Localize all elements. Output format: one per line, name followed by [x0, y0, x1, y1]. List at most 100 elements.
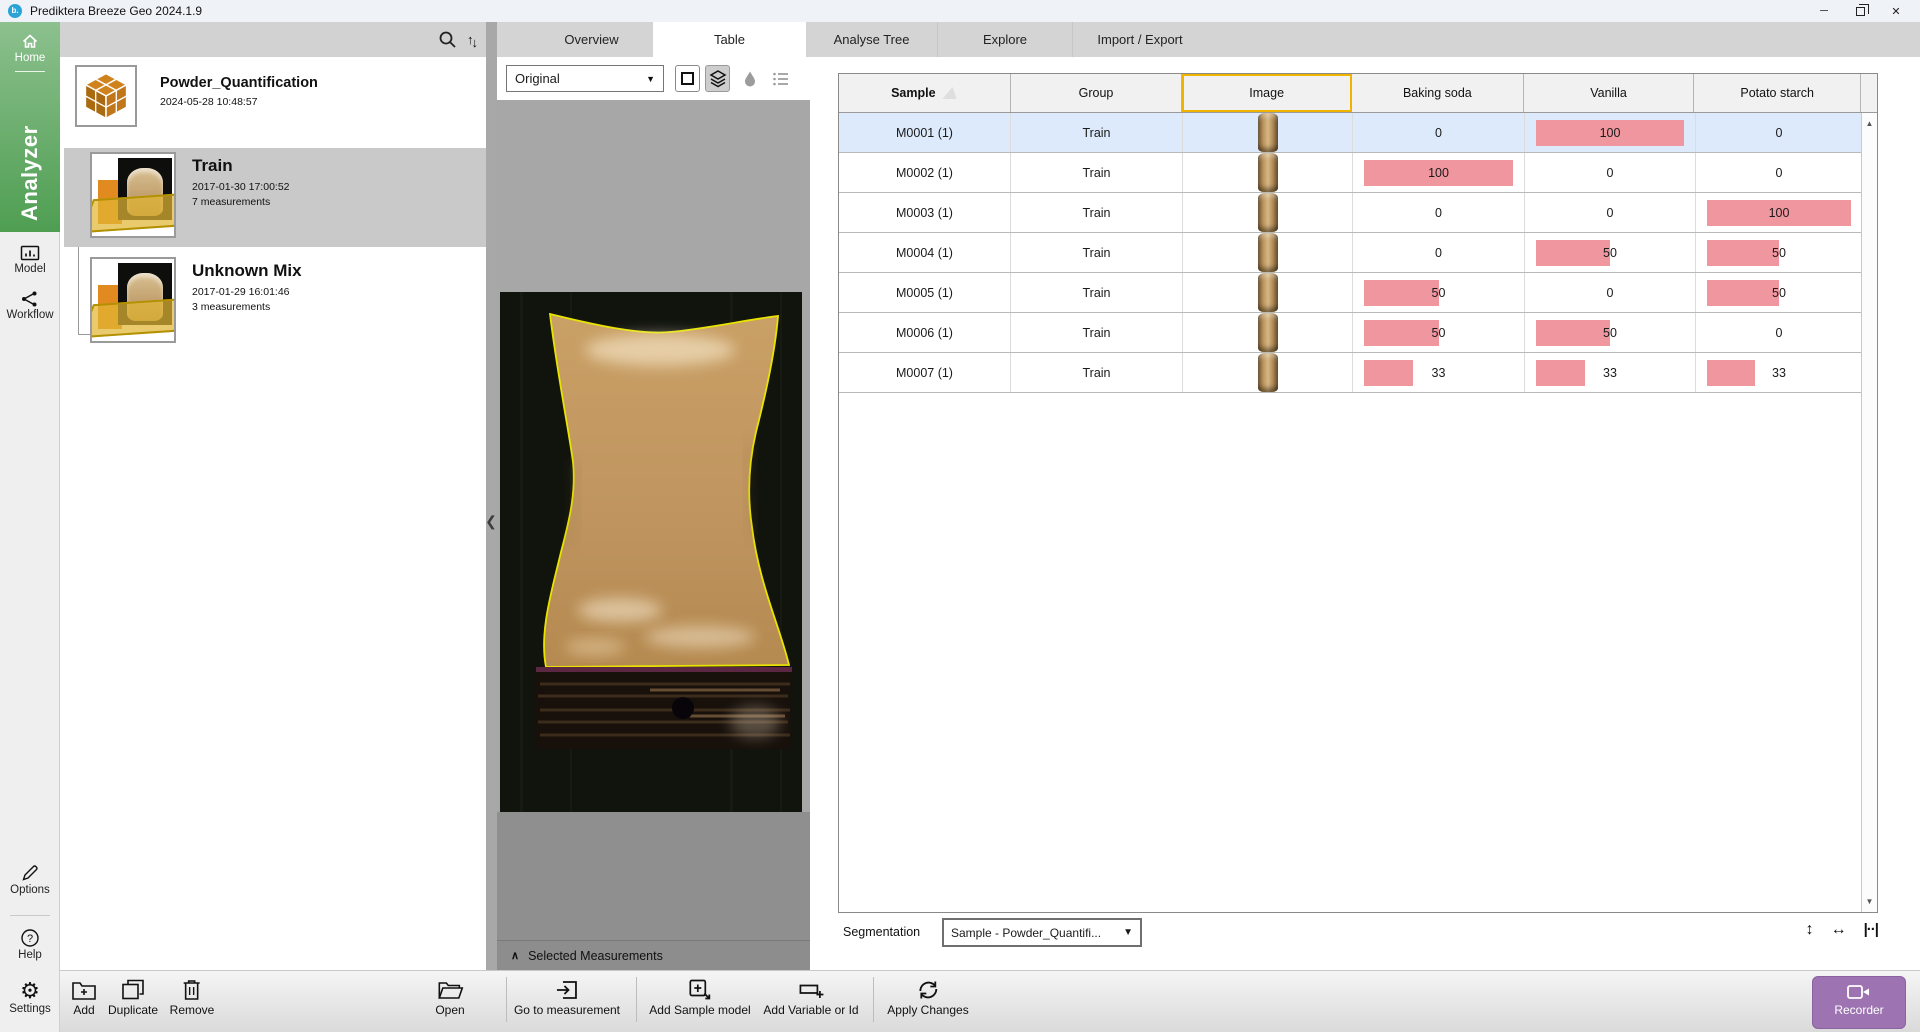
resize-rows-icon[interactable]: ↕ — [1806, 921, 1814, 939]
segmentation-dropdown[interactable]: Sample - Powder_Quantifi... ▼ — [942, 918, 1142, 947]
value-cell[interactable]: 100 — [1353, 153, 1525, 192]
group-cell[interactable]: Train — [1011, 113, 1183, 152]
tab-analyse-tree[interactable]: Analyse Tree — [806, 22, 937, 57]
group-cell[interactable]: Train — [1011, 153, 1183, 192]
table-row[interactable]: M0002 (1)Train10000 — [839, 153, 1877, 193]
column-header-sample[interactable]: Sample — [839, 74, 1011, 112]
image-cell[interactable] — [1183, 153, 1353, 192]
value-cell[interactable]: 50 — [1696, 273, 1863, 312]
sample-cell[interactable]: M0005 (1) — [839, 273, 1011, 312]
value-cell[interactable]: 50 — [1696, 233, 1863, 272]
value-cell[interactable]: 50 — [1525, 233, 1696, 272]
add-button[interactable]: Add — [71, 978, 97, 1017]
sample-cell[interactable]: M0003 (1) — [839, 193, 1011, 232]
value-cell[interactable]: 100 — [1525, 113, 1696, 152]
tab-import-export[interactable]: Import / Export — [1072, 22, 1207, 57]
remove-button[interactable]: Remove — [170, 978, 215, 1017]
table-row[interactable]: M0001 (1)Train 01000 — [839, 113, 1877, 153]
collapse-left-panel-handle[interactable]: ❮ — [484, 505, 498, 537]
measurement-group-unknown-mix[interactable]: Unknown Mix 2017-01-29 16:01:46 3 measur… — [64, 253, 486, 349]
image-cell[interactable] — [1183, 353, 1353, 392]
recorder-button[interactable]: Recorder — [1812, 976, 1906, 1029]
scroll-up-icon[interactable]: ▲ — [1862, 119, 1877, 128]
table-row[interactable]: M0004 (1)Train05050 — [839, 233, 1877, 273]
value-cell[interactable]: 50 — [1353, 273, 1525, 312]
duplicate-button[interactable]: Duplicate — [108, 978, 158, 1017]
sample-cell[interactable]: M0007 (1) — [839, 353, 1011, 392]
value-cell[interactable]: 100 — [1696, 193, 1863, 232]
image-cell[interactable] — [1183, 233, 1353, 272]
value-cell[interactable]: 0 — [1353, 233, 1525, 272]
image-cell[interactable] — [1183, 273, 1353, 312]
group-cell[interactable]: Train — [1011, 313, 1183, 352]
apply-changes-button[interactable]: Apply Changes — [887, 978, 968, 1017]
value-cell[interactable]: 0 — [1353, 193, 1525, 232]
group-cell[interactable]: Train — [1011, 273, 1183, 312]
group-cell[interactable]: Train — [1011, 193, 1183, 232]
tab-overview[interactable]: Overview — [530, 22, 653, 57]
group-cell[interactable]: Train — [1011, 353, 1183, 392]
table-row[interactable]: M0003 (1)Train00100 — [839, 193, 1877, 233]
nav-item-settings[interactable]: ⚙ Settings — [0, 980, 60, 1015]
nav-item-workflow[interactable]: Workflow — [0, 290, 60, 321]
column-header-potato-starch[interactable]: Potato starch — [1694, 74, 1861, 112]
column-header-image[interactable]: Image — [1182, 74, 1352, 112]
value-cell[interactable]: 0 — [1353, 113, 1525, 152]
value-cell[interactable]: 0 — [1696, 313, 1863, 352]
nav-item-help[interactable]: ? Help — [0, 928, 60, 961]
scroll-down-icon[interactable]: ▼ — [1862, 897, 1877, 906]
column-header-baking-soda[interactable]: Baking soda — [1352, 74, 1524, 112]
list-button[interactable] — [768, 65, 793, 92]
selected-measurements-bar[interactable]: ∧ Selected Measurements — [497, 940, 810, 970]
column-header-vanilla[interactable]: Vanilla — [1524, 74, 1695, 112]
resize-columns-icon[interactable]: ↔ — [1831, 921, 1847, 939]
table-vertical-scrollbar[interactable]: ▲ ▼ — [1861, 113, 1877, 912]
image-cell[interactable] — [1183, 193, 1353, 232]
search-icon[interactable] — [438, 30, 457, 49]
image-cell[interactable] — [1183, 313, 1353, 352]
value-cell[interactable]: 33 — [1353, 353, 1525, 392]
value-cell[interactable]: 0 — [1525, 193, 1696, 232]
sample-cell[interactable]: M0001 (1) — [839, 113, 1011, 152]
column-header-group[interactable]: Group — [1011, 74, 1183, 112]
view-mode-dropdown[interactable]: Original ▼ — [506, 65, 664, 92]
fit-columns-icon[interactable]: |··| — [1864, 921, 1878, 939]
open-button[interactable]: Open — [435, 978, 464, 1017]
value-cell[interactable]: 33 — [1696, 353, 1863, 392]
nav-item-home[interactable]: Home — [0, 22, 60, 72]
sample-cell[interactable]: M0002 (1) — [839, 153, 1011, 192]
tab-explore[interactable]: Explore — [937, 22, 1072, 57]
nav-item-analyzer[interactable]: Analyzer — [0, 118, 60, 228]
nav-item-model[interactable]: Model — [0, 245, 60, 275]
value-cell[interactable]: 50 — [1353, 313, 1525, 352]
table-panel: Sample Group Image Baking soda Vanilla P… — [810, 57, 1920, 970]
value-cell[interactable]: 0 — [1696, 153, 1863, 192]
value-cell[interactable]: 33 — [1525, 353, 1696, 392]
value-cell[interactable]: 0 — [1525, 273, 1696, 312]
table-row[interactable]: M0005 (1)Train 50050 — [839, 273, 1877, 313]
sample-cell[interactable]: M0006 (1) — [839, 313, 1011, 352]
minimize-button[interactable]: ─ — [1806, 0, 1842, 22]
sample-cell[interactable]: M0004 (1) — [839, 233, 1011, 272]
restore-button[interactable] — [1842, 0, 1878, 22]
add-variable-button[interactable]: Add Variable or Id — [763, 978, 858, 1017]
sort-icon[interactable]: ↑↓ — [467, 32, 476, 47]
nav-item-options[interactable]: Options — [0, 863, 60, 896]
border-view-button[interactable] — [675, 65, 700, 92]
table-row[interactable]: M0007 (1)Train333333 — [839, 353, 1877, 393]
image-cell[interactable] — [1183, 113, 1353, 152]
value-cell[interactable]: 50 — [1525, 313, 1696, 352]
group-cell[interactable]: Train — [1011, 233, 1183, 272]
table-row[interactable]: M0006 (1)Train50500 — [839, 313, 1877, 353]
value-cell[interactable]: 0 — [1525, 153, 1696, 192]
sample-photo[interactable] — [500, 292, 802, 812]
droplet-button[interactable] — [737, 65, 762, 92]
add-sample-model-button[interactable]: Add Sample model — [649, 978, 750, 1017]
layers-view-button[interactable] — [705, 65, 730, 92]
tab-table[interactable]: Table — [653, 22, 806, 57]
go-to-measurement-button[interactable]: Go to measurement — [514, 978, 620, 1017]
measurement-group-train[interactable]: Train 2017-01-30 17:00:52 7 measurements — [64, 148, 486, 247]
value-cell[interactable]: 0 — [1696, 113, 1863, 152]
project-panel-scrollbar[interactable] — [486, 22, 497, 970]
close-button[interactable]: ✕ — [1878, 0, 1914, 22]
